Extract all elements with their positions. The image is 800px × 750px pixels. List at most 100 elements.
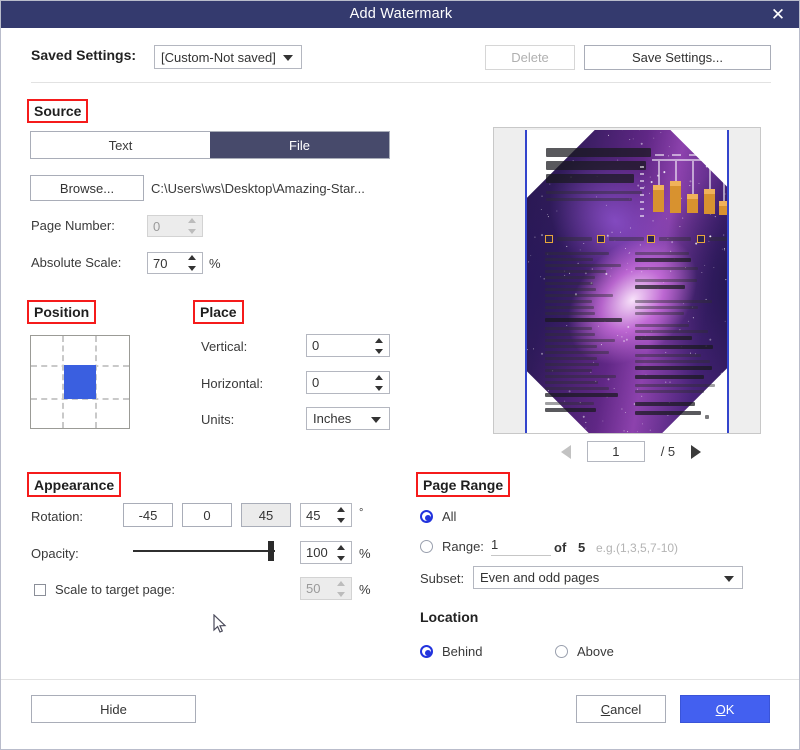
opacity-stepper[interactable] bbox=[337, 544, 346, 561]
opacity-slider-thumb[interactable] bbox=[268, 541, 274, 561]
chevron-down-icon bbox=[724, 575, 734, 582]
subset-dropdown[interactable]: Even and odd pages bbox=[473, 566, 743, 589]
close-icon[interactable]: ✕ bbox=[761, 1, 795, 28]
saved-settings-label: Saved Settings: bbox=[31, 47, 137, 63]
absolute-scale-input[interactable]: 70 bbox=[147, 252, 203, 274]
saved-settings-value: [Custom-Not saved] bbox=[161, 49, 276, 65]
place-heading: Place bbox=[193, 300, 244, 324]
location-above-radio[interactable] bbox=[555, 645, 568, 658]
scale-to-target-label: Scale to target page: bbox=[55, 582, 175, 597]
opacity-unit: % bbox=[359, 546, 371, 561]
units-dropdown[interactable]: Inches bbox=[306, 407, 390, 430]
position-cell-center[interactable] bbox=[64, 365, 96, 399]
rotation-preset-minus45[interactable]: -45 bbox=[123, 503, 173, 527]
horizontal-label: Horizontal: bbox=[201, 376, 264, 391]
page-range-hint: e.g.(1,3,5,7-10) bbox=[596, 541, 679, 555]
cancel-button[interactable]: Cancel bbox=[576, 695, 666, 723]
page-range-all-radio[interactable] bbox=[420, 510, 433, 523]
vertical-label: Vertical: bbox=[201, 339, 248, 354]
vertical-value: 0 bbox=[312, 338, 320, 353]
header-divider bbox=[31, 82, 771, 83]
vertical-input[interactable]: 0 bbox=[306, 334, 390, 357]
tab-file[interactable]: File bbox=[210, 132, 389, 158]
absolute-scale-value: 70 bbox=[153, 255, 168, 271]
saved-settings-dropdown[interactable]: [Custom-Not saved] bbox=[154, 45, 302, 69]
scale-to-target-input[interactable]: 50 bbox=[300, 577, 352, 600]
rotation-unit: ° bbox=[359, 507, 364, 519]
scale-to-target-checkbox[interactable] bbox=[34, 583, 46, 596]
footer-divider bbox=[1, 679, 799, 680]
browse-button[interactable]: Browse... bbox=[30, 175, 144, 201]
location-heading: Location bbox=[420, 609, 479, 625]
page-number-stepper[interactable] bbox=[188, 218, 197, 234]
preview-page bbox=[525, 130, 729, 433]
page-number-value: 0 bbox=[153, 218, 161, 234]
rotation-preset-45[interactable]: 45 bbox=[241, 503, 291, 527]
window-title: Add Watermark bbox=[349, 6, 453, 22]
triangle-right-icon[interactable] bbox=[691, 444, 701, 459]
file-path-text: C:\Users\ws\Desktop\Amazing-Star... bbox=[151, 181, 365, 196]
vertical-stepper[interactable] bbox=[375, 337, 384, 354]
scale-to-target-row: Scale to target page: bbox=[34, 582, 175, 597]
scale-to-target-value: 50 bbox=[306, 581, 321, 596]
location-above-row[interactable]: Above bbox=[555, 644, 614, 659]
preview-page-input[interactable]: 1 bbox=[586, 441, 645, 462]
location-behind-label: Behind bbox=[442, 644, 483, 659]
rotation-label: Rotation: bbox=[31, 509, 84, 524]
units-value: Inches bbox=[313, 411, 352, 426]
page-range-range-radio[interactable] bbox=[420, 540, 433, 553]
location-behind-radio[interactable] bbox=[420, 645, 433, 658]
absolute-scale-unit: % bbox=[209, 256, 221, 271]
page-range-range-label: Range: bbox=[442, 539, 484, 554]
preview-pager: 1 / 5 bbox=[561, 441, 701, 462]
page-range-heading: Page Range bbox=[416, 472, 511, 497]
ok-button[interactable]: OK bbox=[680, 695, 770, 723]
appearance-heading: Appearance bbox=[27, 472, 122, 497]
subset-label: Subset: bbox=[420, 571, 465, 586]
absolute-scale-label: Absolute Scale: bbox=[31, 255, 122, 270]
opacity-input[interactable]: 100 bbox=[300, 541, 352, 564]
scale-to-target-stepper[interactable] bbox=[337, 580, 346, 597]
titlebar: Add Watermark ✕ bbox=[1, 1, 799, 28]
triangle-left-icon[interactable] bbox=[561, 444, 571, 459]
page-range-of-label: of bbox=[554, 540, 567, 555]
opacity-slider-track[interactable] bbox=[133, 550, 275, 552]
position-heading: Position bbox=[27, 300, 97, 324]
rotation-stepper[interactable] bbox=[337, 507, 346, 523]
page-range-total: 5 bbox=[578, 540, 586, 555]
tab-text[interactable]: Text bbox=[31, 132, 210, 158]
page-range-from-input[interactable]: 1 bbox=[491, 537, 551, 556]
position-grid[interactable] bbox=[30, 335, 130, 429]
absolute-scale-stepper[interactable] bbox=[188, 255, 197, 271]
document-content-layer bbox=[527, 130, 727, 433]
cancel-button-rest: ancel bbox=[610, 701, 642, 717]
save-settings-button[interactable]: Save Settings... bbox=[584, 45, 771, 70]
rotation-preset-0[interactable]: 0 bbox=[182, 503, 232, 527]
units-label: Units: bbox=[201, 412, 235, 427]
subset-value: Even and odd pages bbox=[480, 570, 600, 585]
watermark-preview bbox=[493, 127, 761, 434]
page-number-label: Page Number: bbox=[31, 218, 115, 233]
opacity-label: Opacity: bbox=[31, 546, 79, 561]
page-number-input[interactable]: 0 bbox=[147, 215, 203, 237]
opacity-value: 100 bbox=[306, 545, 328, 560]
page-range-range-row[interactable]: Range: bbox=[420, 539, 484, 554]
chevron-down-icon bbox=[371, 416, 381, 423]
horizontal-value: 0 bbox=[312, 375, 320, 390]
mouse-cursor bbox=[213, 614, 227, 633]
source-tabs: Text File bbox=[30, 131, 390, 159]
chevron-down-icon bbox=[283, 55, 293, 61]
delete-settings-button[interactable]: Delete bbox=[485, 45, 575, 70]
add-watermark-dialog: Add Watermark ✕ Saved Settings: [Custom-… bbox=[0, 0, 800, 750]
hide-button[interactable]: Hide bbox=[31, 695, 196, 723]
preview-page-total: / 5 bbox=[660, 444, 676, 459]
scale-to-target-unit: % bbox=[359, 582, 371, 597]
location-above-label: Above bbox=[577, 644, 614, 659]
page-range-all-row[interactable]: All bbox=[420, 509, 456, 524]
page-range-all-label: All bbox=[442, 509, 457, 524]
horizontal-stepper[interactable] bbox=[375, 374, 384, 391]
rotation-input[interactable]: 45 bbox=[300, 503, 352, 527]
location-behind-row[interactable]: Behind bbox=[420, 644, 482, 659]
source-heading: Source bbox=[27, 99, 89, 123]
horizontal-input[interactable]: 0 bbox=[306, 371, 390, 394]
